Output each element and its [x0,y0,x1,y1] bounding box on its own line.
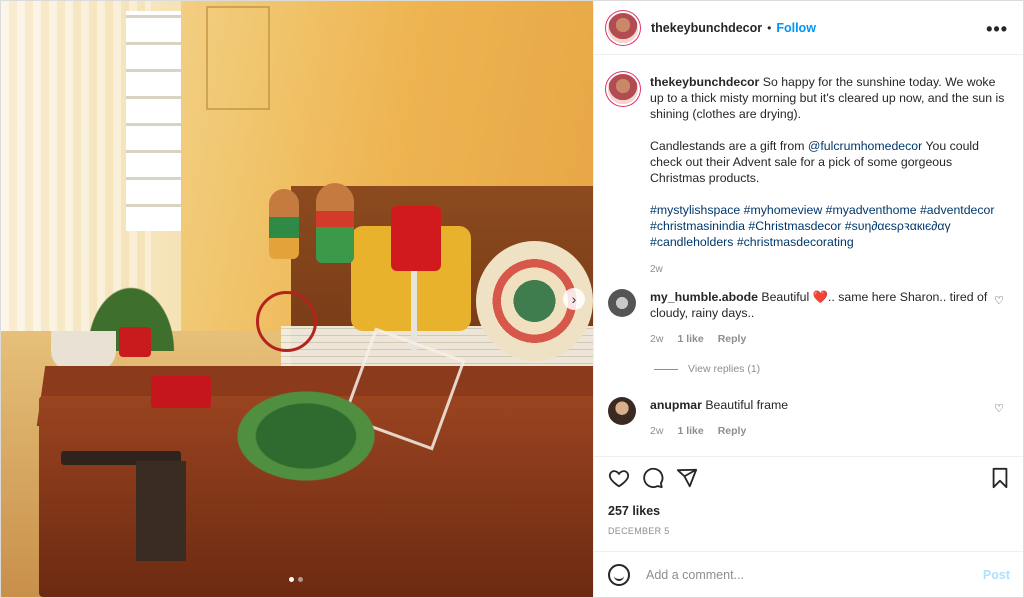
comments-section[interactable]: thekeybunchdecor So happy for the sunshi… [594,55,1023,455]
view-replies-label: View replies (1) [688,363,761,375]
red-heart-emoji: ❤️ [812,290,828,304]
carousel-dot-active [289,577,294,582]
caption-username[interactable]: thekeybunchdecor [650,75,759,89]
comment-text: Beautiful frame [705,398,789,412]
red-candle-cup [119,327,151,357]
reply-button[interactable]: Reply [718,425,747,437]
separator-dot: • [767,20,772,35]
wooden-doll [269,189,299,259]
share-send-icon[interactable] [676,467,698,493]
follow-button[interactable]: Follow [776,21,816,35]
comment: anupmar Beautiful frame 2w 1 like Reply … [608,397,1008,437]
avatar[interactable] [608,12,638,43]
hashtags[interactable]: #mystylishspace #myhomeview #myadventhom… [650,202,1008,250]
caption-timestamp: 2w [650,264,663,275]
carousel-dot [298,577,303,582]
commenter-avatar[interactable] [608,397,636,425]
like-comment-heart-icon[interactable]: ♡ [994,402,1004,415]
likes-count[interactable]: 257 likes [608,504,660,518]
mention-link[interactable]: @fulcrumhomedecor [808,139,922,153]
reply-button[interactable]: Reply [718,333,747,345]
red-candle [391,206,441,271]
comment: my_humble.abode Beautiful ❤️.. same here… [608,289,1008,345]
emoji-smiley-icon[interactable] [608,564,630,586]
post-date: DECEMBER 5 [608,526,670,536]
caption-text-2-prefix: Candlestands are a gift from [650,139,805,153]
comment-likes[interactable]: 1 like [677,425,703,437]
post-username[interactable]: thekeybunchdecor [651,21,762,35]
caption: thekeybunchdecor So happy for the sunshi… [608,74,1008,278]
wooden-doll [316,183,354,263]
comment-username[interactable]: my_humble.abode [650,290,758,304]
post-photo[interactable]: › [1,1,593,597]
view-replies-button[interactable]: View replies (1) [654,363,760,375]
plant-pot [51,331,116,371]
comment-time: 2w [650,333,664,345]
toy-bus [151,376,211,408]
heart-candlestand [256,291,317,352]
post-comment-button[interactable]: Post [983,568,1010,582]
commenter-avatar[interactable] [608,289,636,317]
caption-avatar[interactable] [608,74,638,104]
chest-latch [136,461,186,561]
comment-bubble-icon[interactable] [642,467,664,493]
action-bar [594,456,1023,499]
candlestand [411,271,417,351]
comment-time: 2w [650,425,664,437]
post-header: thekeybunchdecor • Follow ••• [594,1,1023,55]
wall-rack [206,6,270,110]
add-comment-bar: Post [594,551,1023,597]
post-side-panel: thekeybunchdecor • Follow ••• thekeybunc… [593,1,1023,597]
window-grill [126,11,181,231]
carousel-next-button[interactable]: › [563,288,585,310]
comment-likes[interactable]: 1 like [677,333,703,345]
divider-line [654,368,678,370]
chevron-right-icon: › [571,291,577,307]
comment-input[interactable] [644,567,968,583]
like-comment-heart-icon[interactable]: ♡ [994,294,1004,307]
pine-branch [206,371,406,501]
carousel-dots [289,577,303,582]
like-heart-icon[interactable] [608,467,630,493]
post-modal: › thekeybunchdecor • Follow ••• thekeybu… [0,0,1024,598]
more-options-icon[interactable]: ••• [986,19,1008,40]
comment-username[interactable]: anupmar [650,398,702,412]
bookmark-save-icon[interactable] [990,467,1010,493]
comment-text: Beautiful [761,290,810,304]
